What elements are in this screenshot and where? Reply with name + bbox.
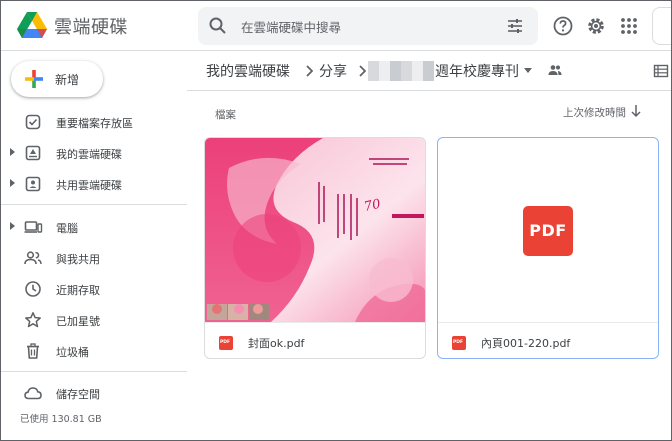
sidebar-item-label: 與我共用 [56, 253, 100, 266]
expand-caret-icon[interactable] [10, 222, 15, 230]
new-button[interactable]: 新增 [11, 61, 103, 97]
breadcrumb-current-folder[interactable]: 週年校慶專刊 [435, 61, 519, 81]
sidebar-item-my-drive[interactable]: 我的雲端硬碟 [1, 139, 187, 167]
sidebar: 新增 重要檔案存放區 我的雲端硬碟 共用雲端硬碟 電腦 與我共用 近期存取 已加… [1, 51, 187, 440]
sidebar-item-trash[interactable]: 垃圾桶 [1, 337, 187, 365]
search-icon[interactable] [208, 16, 228, 36]
sidebar-item-shared-drives[interactable]: 共用雲端硬碟 [1, 170, 187, 198]
file-name[interactable]: 封面ok.pdf [248, 335, 304, 351]
search-bar[interactable]: 在雲端硬碟中搜尋 [198, 7, 538, 45]
sidebar-item-priority[interactable]: 重要檔案存放區 [1, 108, 187, 136]
cover-artwork-image: 70 [205, 138, 425, 322]
sidebar-item-label: 垃圾桶 [56, 346, 89, 359]
list-view-icon[interactable] [653, 63, 669, 79]
storage-used-text: 已使用 130.81 GB [20, 414, 102, 425]
sidebar-item-storage[interactable]: 儲存空間 [1, 379, 187, 407]
file-card[interactable]: 70 PDF 封面ok.pdf [204, 137, 426, 359]
sidebar-item-label: 我的雲端硬碟 [56, 148, 122, 161]
sidebar-item-label: 電腦 [56, 222, 78, 235]
shared-drives-icon [25, 176, 41, 192]
files-section-label: 檔案 [215, 109, 236, 121]
star-icon [25, 312, 41, 328]
search-input[interactable]: 在雲端硬碟中搜尋 [241, 17, 341, 36]
sort-direction-arrow-icon[interactable] [629, 103, 643, 119]
sidebar-item-recent[interactable]: 近期存取 [1, 275, 187, 303]
new-button-label: 新增 [55, 73, 80, 87]
app-window: 雲端硬碟 在雲端硬碟中搜尋 新增 重要檔案存放區 我的雲端硬碟 共用雲端硬碟 電… [0, 0, 672, 441]
my-drive-icon [25, 145, 41, 161]
computers-icon [24, 221, 43, 233]
cloud-icon [24, 387, 42, 400]
expand-caret-icon[interactable] [10, 148, 15, 156]
shared-with-me-icon [24, 251, 42, 265]
pdf-file-icon: PDF [452, 336, 466, 350]
app-title: 雲端硬碟 [54, 17, 128, 38]
file-thumbnail: PDF [438, 138, 658, 322]
trash-icon [27, 343, 39, 359]
chevron-right-icon [359, 65, 366, 77]
sidebar-item-computers[interactable]: 電腦 [1, 213, 187, 241]
top-header: 雲端硬碟 在雲端硬碟中搜尋 [1, 1, 671, 51]
drive-logo-icon[interactable] [17, 12, 47, 39]
priority-check-icon [25, 114, 41, 130]
sidebar-item-label: 重要檔案存放區 [56, 117, 133, 130]
sort-by-label[interactable]: 上次修改時間 [563, 105, 626, 120]
breadcrumb: 我的雲端硬碟 分享 週年校慶專刊 [187, 51, 671, 91]
search-options-icon[interactable] [505, 16, 525, 36]
file-card-footer: PDF 內頁001-220.pdf [438, 322, 658, 358]
breadcrumb-share[interactable]: 分享 [319, 61, 347, 81]
help-icon[interactable] [552, 15, 574, 37]
account-avatar[interactable] [652, 7, 671, 45]
sidebar-item-label: 近期存取 [56, 284, 100, 297]
sidebar-item-shared-with-me[interactable]: 與我共用 [1, 244, 187, 272]
pdf-large-icon: PDF [523, 206, 573, 256]
chevron-right-icon [306, 65, 313, 77]
file-card-footer: PDF 封面ok.pdf [205, 322, 425, 358]
expand-caret-icon[interactable] [10, 179, 15, 187]
settings-gear-icon[interactable] [585, 15, 607, 37]
recent-clock-icon [25, 281, 41, 297]
file-name[interactable]: 內頁001-220.pdf [481, 335, 570, 351]
shared-people-icon[interactable] [547, 62, 563, 78]
sidebar-item-starred[interactable]: 已加星號 [1, 306, 187, 334]
sidebar-divider [1, 371, 187, 372]
main-content: 我的雲端硬碟 分享 週年校慶專刊 檔案 上次修改時間 70 PDF 封面ok.p… [187, 51, 671, 440]
folder-dropdown-icon[interactable] [524, 68, 532, 73]
redacted-text [368, 61, 434, 81]
apps-grid-icon[interactable] [618, 15, 640, 37]
sidebar-item-label: 共用雲端硬碟 [56, 179, 122, 192]
plus-icon [25, 70, 43, 88]
pdf-file-icon: PDF [219, 336, 233, 350]
sidebar-item-label: 儲存空間 [56, 388, 100, 401]
sidebar-divider [1, 204, 187, 205]
breadcrumb-my-drive[interactable]: 我的雲端硬碟 [206, 61, 290, 81]
sidebar-item-label: 已加星號 [56, 315, 100, 328]
file-card[interactable]: PDF PDF 內頁001-220.pdf [437, 137, 659, 359]
file-thumbnail: 70 [205, 138, 425, 322]
